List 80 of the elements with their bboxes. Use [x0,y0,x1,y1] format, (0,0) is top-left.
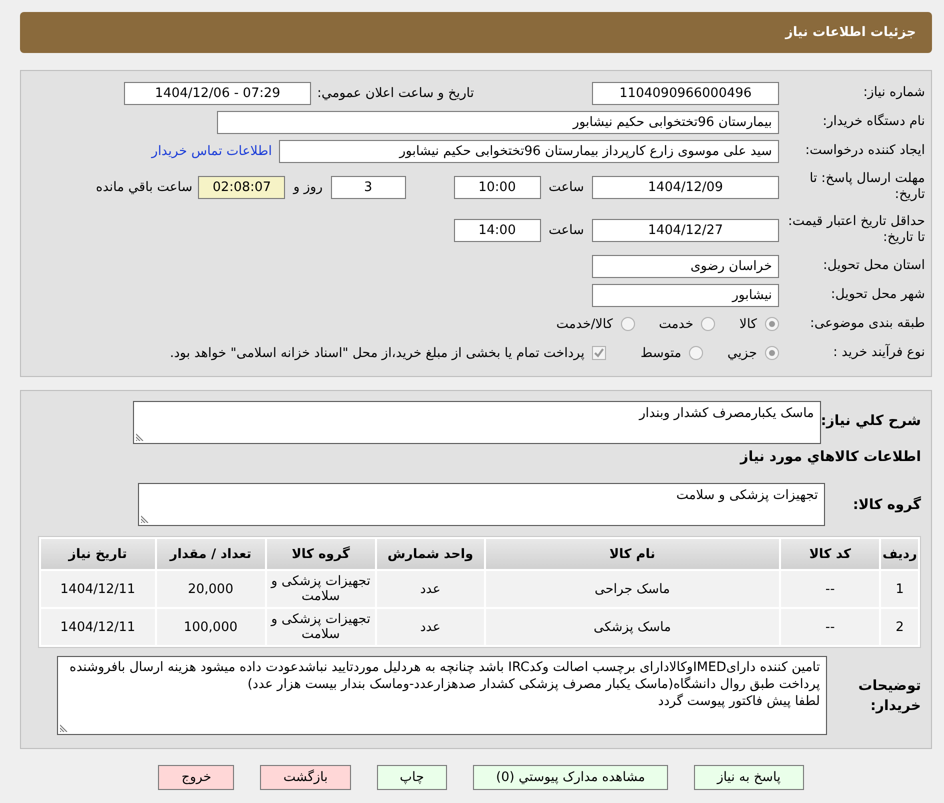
table-cell: تجهیزات پزشکی و سلامت [266,609,375,645]
field-text: ماسک یکبارمصرف کشدار وبندار [639,406,814,421]
radio-button[interactable] [765,346,779,360]
table-cell: -- [780,609,880,645]
field-label: شهر محل تحویل: [830,287,925,303]
announce-date-field[interactable]: 1404/12/06 - 07:29 [124,82,312,104]
field-label: گروه کالا: [852,496,921,512]
action-button[interactable]: پاسخ به نیاز [694,765,804,790]
notes-paragraph: تامین کننده دارایIMEDوکالادارای برچسب اصالت وکدIRC باشد چنانچه به هردلیل موردتایید نباشدعودت داده میشود هزینه ارسال بافروشنده پرداخت طبق روال دانشگاه(ماسک یکبار مصرف پزشکی کشدار صدهزارعدد-وماسک بندار بیست هزار عدد) [68,659,820,693]
field-label: حداقل تاریخ اعتبار قیمت: تا تاریخ: [786,214,925,246]
table-cell: تجهیزات پزشکی و سلامت [266,571,375,607]
field-label: ایجاد کننده درخواست: [804,143,925,159]
description-field[interactable]: ماسک یکبارمصرف کشدار وبندار [133,401,821,444]
field-label: نوع فرآیند خرید : [832,345,925,361]
radio-label: خدمت [658,316,694,332]
deadline-date-field[interactable]: 1404/12/09 [592,176,779,198]
field-label: تاريخ و ساعت اعلان عمومي: [317,86,474,100]
deadline-time-field[interactable]: 10:00 [454,176,541,198]
radio-button[interactable] [689,346,704,360]
action-button[interactable]: مشاهده مدارک پیوستي (0) [473,765,668,790]
field-label: ساعت [548,222,584,238]
field-label: ساعت [548,180,584,194]
resize-grip-icon[interactable] [136,433,144,441]
field-label: توضیحات خریدار: [857,677,921,716]
action-button[interactable]: بازگشت [260,765,351,790]
validity-date-field[interactable]: 1404/12/27 [592,218,779,242]
column-header: واحد شمارش [376,539,484,569]
column-header: نام کالا [486,539,779,569]
city-field[interactable]: نیشابور [592,284,779,306]
radio-label: کالا/خدمت [556,316,613,332]
table-cell: 20,000 [156,571,265,607]
need-number-field[interactable]: 1104090966000496 [592,82,779,104]
buyer-contact-link[interactable]: اطلاعات تماس خریدار [152,144,272,158]
notes-paragraph: لطفا پیش فاکتور پیوست گردد [657,693,820,710]
table-cell: 1 [881,571,918,607]
action-button[interactable]: خروج [158,765,234,790]
table-cell: 2 [881,609,918,645]
field-text: تجهیزات پزشکی و سلامت [676,488,818,503]
table-cell: ماسک جراحی [486,571,779,607]
checkbox[interactable] [592,346,606,360]
field-label: استان محل تحویل: [822,258,925,274]
column-header: کد کالا [780,539,880,569]
remaining-time-field[interactable]: 02:08:07 [198,176,286,198]
table-cell: ماسک پزشکی [486,609,779,645]
requester-field[interactable]: سید علی موسوی زارع کارپرداز بیمارستان 96تختخوابی حکیم نیشابور [279,140,779,162]
column-header: تاریخ نیاز [41,539,155,569]
radio-label: متوسط [640,346,682,360]
field-label: مهلت ارسال پاسخ: تا تاریخ: [808,171,925,203]
table-cell: عدد [376,571,484,607]
goods-group-field[interactable]: تجهیزات پزشکی و سلامت [138,483,825,526]
payment-note: پرداخت تمام یا بخشی از مبلغ خرید،از محل "اسناد خزانه اسلامی" خواهد بود. [170,346,584,360]
buyer-notes-field[interactable] [57,656,827,735]
radio-label: جزيي [727,346,757,360]
field-label: شرح كلي نياز: [821,412,921,429]
table-cell: 100,000 [156,609,265,645]
radio-label: کالا [739,316,757,332]
resize-grip-icon[interactable] [60,724,68,732]
validity-time-field[interactable]: 14:00 [454,218,541,242]
radio-button[interactable] [701,317,716,331]
action-button[interactable]: چاپ [376,765,447,790]
column-header: تعداد / مقدار [156,539,265,569]
table-cell: عدد [376,609,484,645]
field-label: نام دستگاه خریدار: [822,114,925,130]
resize-grip-icon[interactable] [141,515,149,523]
radio-button[interactable] [620,317,635,331]
field-label: طبقه بندی موضوعی: [808,316,925,332]
table-cell: 1404/12/11 [41,571,155,607]
field-label: شماره نیاز: [862,85,925,101]
province-field[interactable]: خراسان رضوی [592,254,779,278]
column-header: ردیف [881,539,918,569]
radio-button[interactable] [765,317,779,331]
days-field[interactable]: 3 [330,176,406,198]
table-cell: 1404/12/11 [41,609,155,645]
section-heading: اطلاعات كالاهاي مورد نياز [738,449,921,465]
table-cell: -- [780,571,880,607]
page-title: جزئیات اطلاعات نیاز [785,25,916,40]
buyer-org-field[interactable]: بیمارستان 96تختخوابی حکیم نیشابور [217,110,779,134]
field-label: ساعت باقي مانده [96,180,192,194]
field-label: روز و [293,180,323,194]
column-header: گروه کالا [266,539,375,569]
